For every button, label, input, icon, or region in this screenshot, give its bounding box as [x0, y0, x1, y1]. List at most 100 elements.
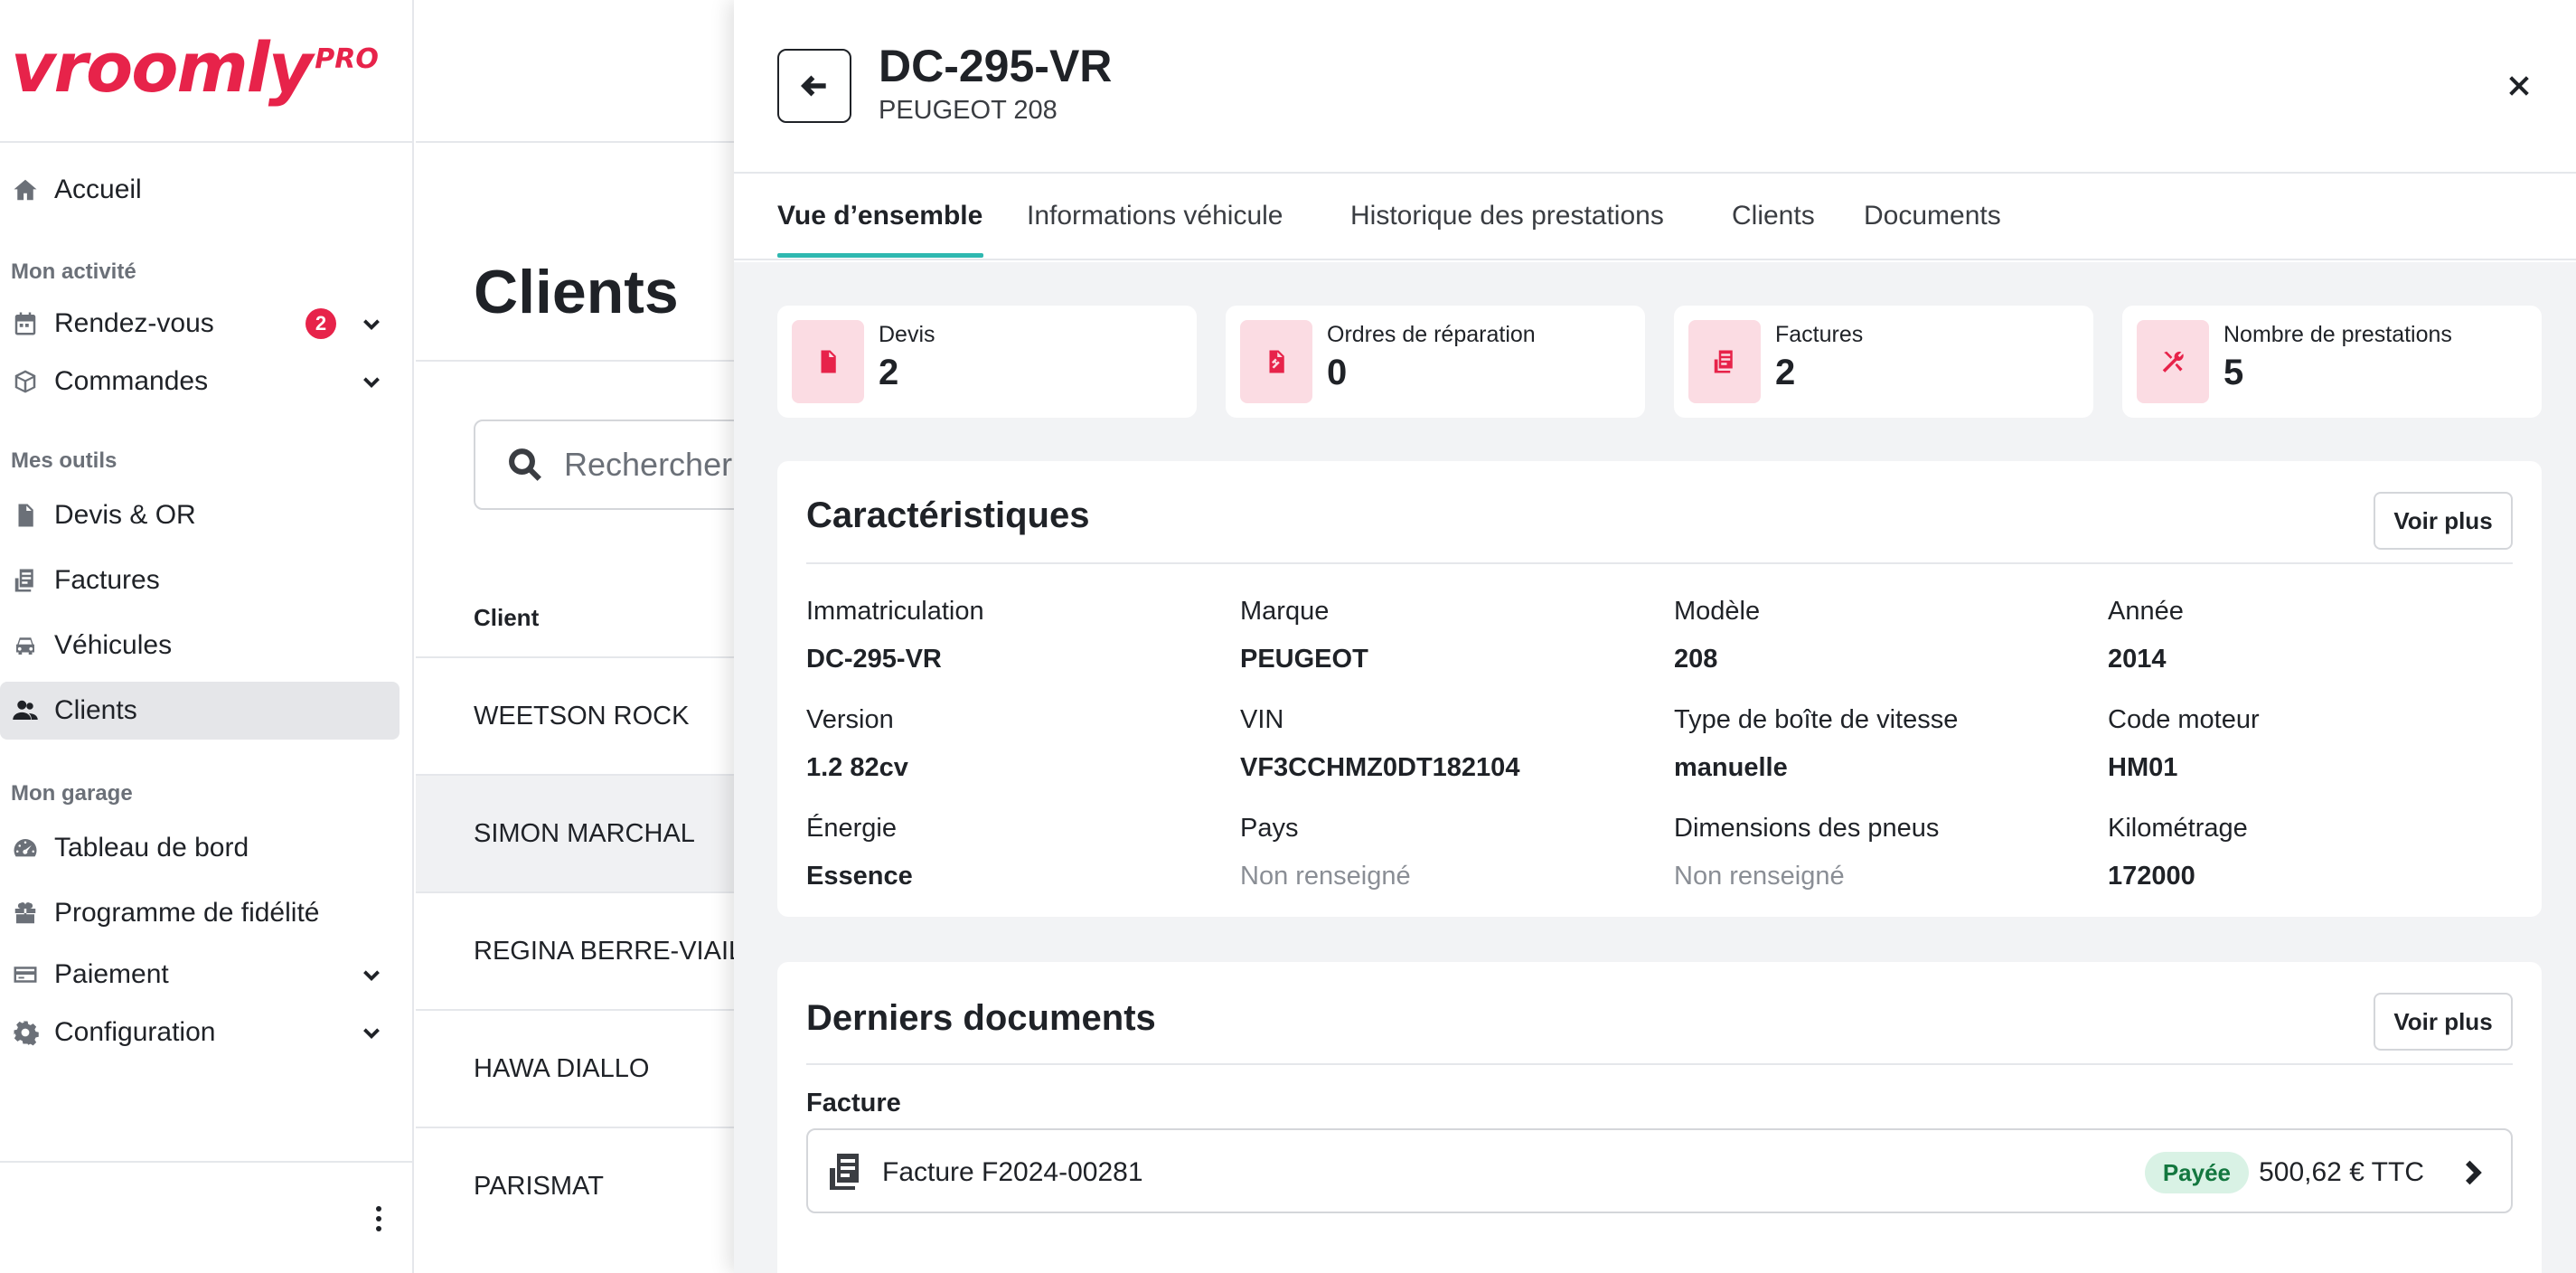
field-vin: VIN VF3CCHMZ0DT182104 — [1240, 705, 1656, 783]
drawer-header: DC-295-VR PEUGEOT 208 — [734, 0, 2576, 174]
stat-card-prestations[interactable]: Nombre de prestations 5 — [2122, 306, 2542, 418]
search-icon — [509, 448, 541, 481]
card-divider — [806, 1063, 2513, 1065]
header-divider — [416, 141, 777, 143]
field-annee: Année 2014 — [2108, 597, 2524, 674]
sidebar-item-fidelite[interactable]: Programme de fidélité — [0, 884, 400, 942]
table-row[interactable]: WEETSON ROCK — [416, 656, 777, 774]
tab-clients[interactable]: Clients — [1732, 201, 1815, 231]
document-row[interactable]: Facture F2024-00281 Payée 500,62 € TTC — [806, 1128, 2513, 1213]
field-label: Version — [806, 705, 894, 734]
more-options-icon[interactable] — [365, 1201, 392, 1237]
sidebar-item-tableau-de-bord[interactable]: Tableau de bord — [0, 819, 400, 877]
vroomly-logo[interactable]: vroomly PRO — [11, 27, 379, 108]
card-divider — [806, 562, 2513, 564]
field-modele: Modèle 208 — [1674, 597, 2090, 674]
document-amount: 500,62 € TTC — [2259, 1157, 2424, 1187]
drawer-tabs: Vue d’ensemble Informations véhicule His… — [734, 174, 2576, 260]
invoice-icon — [824, 1150, 868, 1193]
vehicle-model: PEUGEOT 208 — [879, 96, 1058, 125]
card-icon — [11, 960, 40, 989]
documents-card: Derniers documents Voir plus Facture Fac… — [777, 962, 2542, 1273]
arrow-left-icon — [800, 75, 826, 97]
section-label-outils: Mes outils — [11, 448, 118, 473]
field-value: manuelle — [1674, 753, 1788, 782]
quote-doc-icon — [792, 320, 864, 403]
chevron-down-icon[interactable] — [358, 1019, 385, 1046]
field-label: Dimensions des pneus — [1674, 814, 1940, 843]
back-button[interactable] — [777, 49, 851, 123]
field-marque: Marque PEUGEOT — [1240, 597, 1656, 674]
field-label: VIN — [1240, 705, 1284, 734]
sidebar-item-paiement[interactable]: Paiement — [0, 946, 400, 1004]
close-button[interactable] — [2498, 65, 2540, 107]
close-icon — [2509, 76, 2529, 96]
field-boite-vitesse: Type de boîte de vitesse manuelle — [1674, 705, 2090, 783]
invoice-icon — [1688, 320, 1761, 403]
box-icon — [11, 367, 40, 396]
stat-card-ordres[interactable]: Ordres de réparation 0 — [1226, 306, 1645, 418]
stat-card-factures[interactable]: Factures 2 — [1674, 306, 2093, 418]
tab-documents[interactable]: Documents — [1864, 201, 2001, 231]
field-value: 2014 — [2108, 645, 2167, 674]
card-title: Derniers documents — [806, 998, 1156, 1038]
chevron-down-icon[interactable] — [358, 368, 385, 395]
chevron-down-icon[interactable] — [358, 310, 385, 337]
sidebar-item-clients[interactable]: Clients — [0, 682, 400, 740]
tab-vue-ensemble[interactable]: Vue d’ensemble — [777, 201, 982, 231]
users-icon — [11, 696, 40, 725]
field-label: Marque — [1240, 597, 1330, 626]
sidebar-item-devis-or[interactable]: Devis & OR — [0, 486, 400, 544]
sidebar-item-label: Commandes — [54, 366, 209, 396]
table-row[interactable]: PARISMAT — [416, 1127, 777, 1244]
sidebar-item-configuration[interactable]: Configuration — [0, 1004, 400, 1061]
characteristics-card: Caractéristiques Voir plus Immatriculati… — [777, 461, 2542, 917]
drawer-content: Devis 2 Ordres de réparation 0 Factures … — [734, 262, 2576, 1273]
sidebar-item-factures[interactable]: Factures — [0, 552, 400, 609]
stat-label: Factures — [1775, 322, 1864, 347]
field-code-moteur: Code moteur HM01 — [2108, 705, 2524, 783]
voir-plus-button[interactable]: Voir plus — [2374, 492, 2513, 550]
stat-value: 0 — [1327, 353, 1348, 392]
sidebar-item-label: Véhicules — [54, 630, 173, 660]
home-icon — [11, 175, 40, 204]
sidebar-item-label: Clients — [54, 695, 137, 725]
stat-card-devis[interactable]: Devis 2 — [777, 306, 1197, 418]
voir-plus-button[interactable]: Voir plus — [2374, 993, 2513, 1051]
table-row[interactable]: SIMON MARCHAL — [416, 774, 777, 891]
field-value: 1.2 82cv — [806, 753, 908, 782]
stat-value: 5 — [2223, 353, 2244, 392]
field-value: Non renseigné — [1240, 862, 1411, 891]
table-row[interactable]: REGINA BERRE-VIAIL — [416, 891, 777, 1009]
tab-informations-vehicule[interactable]: Informations véhicule — [1027, 201, 1283, 231]
sidebar-item-label: Accueil — [54, 174, 142, 204]
field-value: PEUGEOT — [1240, 645, 1368, 674]
field-label: Année — [2108, 597, 2184, 626]
chevron-down-icon[interactable] — [358, 961, 385, 988]
stat-label: Devis — [879, 322, 935, 347]
tab-historique-prestations[interactable]: Historique des prestations — [1350, 201, 1664, 231]
document-name: Facture F2024-00281 — [882, 1157, 1143, 1187]
repair-order-icon — [1240, 320, 1312, 403]
sidebar-item-vehicules[interactable]: Véhicules — [0, 617, 400, 674]
sidebar-footer-divider — [0, 1161, 414, 1163]
table-row[interactable]: HAWA DIALLO — [416, 1009, 777, 1127]
sidebar-item-label: Programme de fidélité — [54, 898, 320, 928]
field-value: HM01 — [2108, 753, 2178, 782]
field-value: 172000 — [2108, 862, 2195, 891]
sidebar-item-label: Configuration — [54, 1017, 216, 1047]
sidebar-divider — [0, 141, 414, 143]
sidebar-item-accueil[interactable]: Accueil — [0, 161, 400, 219]
sidebar-item-rendez-vous[interactable]: Rendez-vous 2 — [0, 295, 400, 353]
sidebar: vroomly PRO Accueil Mon activité Rendez-… — [0, 0, 414, 1273]
dashboard-icon — [11, 834, 40, 863]
sidebar-item-label: Rendez-vous — [54, 308, 214, 338]
chevron-right-icon[interactable] — [2455, 1155, 2489, 1190]
stat-label: Nombre de prestations — [2223, 322, 2452, 347]
sidebar-item-commandes[interactable]: Commandes — [0, 353, 400, 410]
tools-icon — [2137, 320, 2209, 403]
document-section-label: Facture — [806, 1089, 901, 1117]
column-header-client[interactable]: Client — [474, 604, 539, 632]
field-version: Version 1.2 82cv — [806, 705, 1222, 783]
field-value: Non renseigné — [1674, 862, 1845, 891]
